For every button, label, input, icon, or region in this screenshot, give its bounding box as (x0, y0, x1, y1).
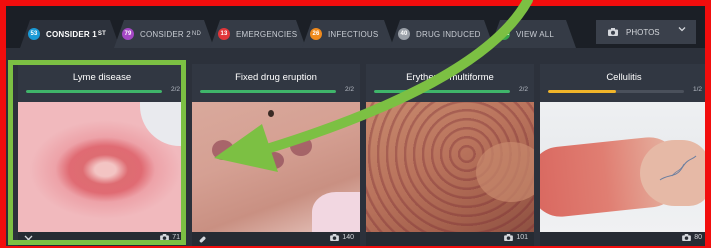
tab-label-sup: nd (191, 31, 201, 37)
card-photo[interactable] (540, 102, 705, 232)
tab-label: INFECTIOUS (328, 29, 379, 39)
camera-icon (160, 234, 170, 241)
card-footer: 140 (192, 232, 360, 246)
tab-label-sup: st (97, 31, 106, 37)
tab-emergencies[interactable]: 13 EMERGENCIES (210, 20, 306, 48)
card-footer: 80 (540, 232, 705, 246)
no-wand-icon[interactable] (24, 235, 33, 244)
tab-view-all[interactable]: 132 VIEW ALL (490, 20, 576, 48)
card-progress-bar (374, 90, 510, 93)
tab-label: CONSIDER 2 (140, 29, 191, 39)
diagnosis-card-lyme-disease[interactable]: Lyme disease 2/2 71 (18, 64, 186, 246)
card-progress-bar (548, 90, 684, 93)
card-photo[interactable] (366, 102, 534, 232)
tab-label: VIEW ALL (516, 29, 555, 39)
tab-drug-induced[interactable]: 40 DRUG INDUCED (390, 20, 494, 48)
card-footer: 71 (18, 232, 186, 246)
camera-icon (330, 234, 340, 241)
photo-count: 101 (516, 234, 528, 241)
tab-infectious[interactable]: 26 INFECTIOUS (302, 20, 394, 48)
card-title: Cellulitis (606, 72, 642, 83)
tab-consider-1st[interactable]: 53 CONSIDER 1st (20, 20, 120, 48)
card-title: Lyme disease (72, 72, 132, 83)
tab-badge: 132 (498, 28, 510, 40)
tab-badge: 79 (122, 28, 134, 40)
card-title: Fixed drug eruption (235, 72, 317, 83)
tab-badge: 26 (310, 28, 322, 40)
photo-count: 71 (172, 234, 180, 241)
card-photo[interactable] (18, 102, 186, 232)
tab-badge: 53 (28, 28, 40, 40)
tab-label: DRUG INDUCED (416, 29, 481, 39)
photos-dropdown[interactable]: PHOTOS (596, 20, 696, 44)
card-title: Erythema multiforme (406, 72, 494, 83)
chevron-down-icon (678, 27, 686, 32)
diagnosis-card-cellulitis[interactable]: Cellulitis 1/2 80 (540, 64, 705, 246)
tab-badge: 13 (218, 28, 230, 40)
pill-icon (199, 236, 206, 243)
tab-badge: 40 (398, 28, 410, 40)
photo-count: 140 (342, 234, 354, 241)
card-progress-bar (26, 90, 162, 93)
photos-dropdown-label: PHOTOS (626, 27, 660, 37)
camera-icon (608, 28, 618, 36)
card-progress-bar (200, 90, 336, 93)
card-progress-label: 2/2 (170, 86, 180, 93)
photo-count: 80 (694, 234, 702, 241)
tab-consider-2nd[interactable]: 79 CONSIDER 2nd (114, 20, 214, 48)
camera-icon (504, 234, 514, 241)
tab-label: EMERGENCIES (236, 29, 298, 39)
card-progress-label: 2/2 (518, 86, 528, 93)
diagnosis-card-fixed-drug-eruption[interactable]: Fixed drug eruption 2/2 140 (192, 64, 360, 246)
card-footer: 101 (366, 232, 534, 246)
card-progress-label: 1/2 (692, 86, 702, 93)
app-window: 53 CONSIDER 1st 79 CONSIDER 2nd 13 EMERG… (6, 6, 705, 246)
diagnosis-card-erythema-multiforme[interactable]: Erythema multiforme 2/2 101 (366, 64, 534, 246)
tab-label: CONSIDER 1 (46, 29, 97, 39)
camera-icon (682, 234, 692, 241)
card-progress-label: 2/2 (344, 86, 354, 93)
card-photo[interactable] (192, 102, 360, 232)
tab-bar: 53 CONSIDER 1st 79 CONSIDER 2nd 13 EMERG… (6, 6, 705, 48)
